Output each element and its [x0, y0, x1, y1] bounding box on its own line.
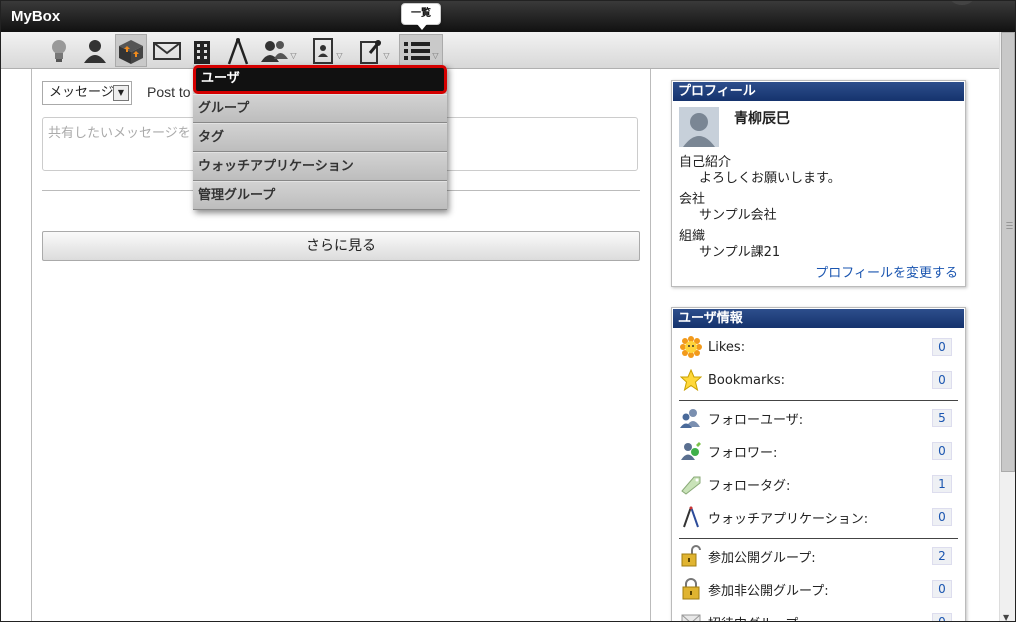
stat-label: フォロワー: — [708, 445, 778, 461]
chevron-down-icon: ▽ — [432, 51, 439, 60]
mybox-button[interactable] — [115, 34, 147, 67]
locked-group-icon — [679, 577, 703, 601]
stat-follow-users[interactable]: フォローユーザ: 5 — [679, 405, 959, 431]
list-icon — [404, 41, 431, 60]
watch-app-icon — [679, 505, 703, 529]
lightbulb-icon — [52, 39, 66, 62]
stat-count: 0 — [932, 613, 952, 621]
lightbulb-button[interactable] — [46, 34, 72, 67]
list-button[interactable]: ▽ — [399, 34, 443, 67]
chevron-down-icon: ▽ — [336, 51, 343, 60]
menu-item-watch-applications[interactable]: ウォッチアプリケーション — [193, 152, 447, 181]
mybox-icon — [119, 39, 143, 64]
compass-icon — [227, 37, 249, 64]
address-book-button[interactable]: ▽ — [306, 34, 348, 67]
stat-public-groups[interactable]: 参加公開グループ: 2 — [679, 543, 959, 569]
app-window: MyBox ▽ ▽ ▽ ▽ 一覧 メッセージ ▼ Post to 共有したいメッ… — [0, 0, 1016, 622]
stat-watch-applications[interactable]: ウォッチアプリケーション: 0 — [679, 504, 959, 530]
intro-value: よろしくお願いします。 — [699, 171, 841, 186]
stat-count: 5 — [932, 409, 952, 427]
mail-icon — [153, 41, 181, 60]
stats-divider — [679, 400, 958, 401]
company-button[interactable] — [189, 34, 215, 67]
window-corner — [949, 1, 975, 5]
stat-followers[interactable]: フォロワー: 0 — [679, 438, 959, 464]
toolbar: ▽ ▽ ▽ ▽ — [1, 32, 999, 69]
see-more-button[interactable]: さらに見る — [42, 231, 640, 261]
stat-count: 0 — [932, 371, 952, 389]
follower-icon — [679, 439, 703, 463]
stat-label: Bookmarks: — [708, 372, 786, 388]
scroll-down-icon[interactable]: ▼ — [1003, 613, 1009, 621]
menu-item-groups[interactable]: グループ — [193, 94, 447, 123]
avatar[interactable] — [679, 107, 719, 147]
user-info-panel-title: ユーザ情報 — [673, 309, 964, 328]
message-type-select[interactable]: メッセージ ▼ — [42, 81, 132, 105]
chevron-down-icon: ▽ — [290, 51, 297, 60]
user-name: 青柳辰巳 — [734, 111, 790, 127]
stat-invited-groups[interactable]: 招待中グループ: 0 — [679, 609, 959, 622]
stat-label: 招待中グループ: — [708, 613, 932, 622]
follow-user-icon — [679, 406, 703, 430]
scrollbar-thumb[interactable]: — — — — [1001, 32, 1015, 472]
stat-label: 参加非公開グループ: — [708, 583, 829, 599]
grip-icon: — — — — [1006, 218, 1013, 232]
stat-count: 0 — [932, 442, 952, 460]
mail-button[interactable] — [152, 34, 182, 67]
chevron-down-icon: ▽ — [383, 51, 390, 60]
group-icon — [261, 40, 289, 62]
bookmark-star-icon — [679, 368, 703, 392]
edit-profile-link[interactable]: プロフィールを変更する — [815, 262, 958, 281]
company-value: サンプル会社 — [699, 208, 777, 223]
unlocked-group-icon — [679, 544, 703, 568]
list-tooltip: 一覧 — [401, 3, 441, 30]
menu-item-tags[interactable]: タグ — [193, 123, 447, 152]
user-info-panel: ユーザ情報 Likes: 0 Bookmarks: 0 フォローユーザ: 5 フ… — [671, 307, 966, 622]
likes-icon — [679, 335, 703, 359]
stat-count: 1 — [932, 475, 952, 493]
stat-bookmarks[interactable]: Bookmarks: 0 — [679, 367, 959, 393]
profile-button[interactable] — [81, 34, 109, 67]
stat-count: 0 — [932, 580, 952, 598]
groups-button[interactable]: ▽ — [259, 34, 299, 67]
tag-icon — [679, 472, 703, 496]
stat-label: ウォッチアプリケーション: — [708, 511, 869, 527]
post-button[interactable]: ▽ — [353, 34, 395, 67]
invitation-icon — [679, 610, 703, 621]
stat-likes[interactable]: Likes: 0 — [679, 334, 959, 360]
applications-button[interactable] — [224, 34, 252, 67]
stat-count: 0 — [932, 338, 952, 356]
post-to-label: Post to — [147, 84, 191, 100]
stat-follow-tags[interactable]: フォロータグ: 1 — [679, 471, 959, 497]
stat-count: 0 — [932, 508, 952, 526]
stats-divider — [679, 538, 958, 539]
user-icon — [84, 39, 106, 63]
profile-panel-title: プロフィール — [673, 82, 964, 101]
stat-label: フォロータグ: — [708, 478, 791, 494]
message-type-value: メッセージ — [49, 85, 114, 100]
phone-book-icon — [313, 37, 334, 64]
stat-label: フォローユーザ: — [708, 412, 804, 428]
menu-item-users[interactable]: ユーザ — [193, 65, 447, 94]
menu-item-managed-groups[interactable]: 管理グループ — [193, 181, 447, 210]
stat-label: 参加公開グループ: — [708, 550, 816, 566]
select-arrow-icon: ▼ — [113, 85, 129, 101]
vertical-scrollbar[interactable]: — — — ▼ — [999, 32, 1015, 621]
title-bar: MyBox — [1, 1, 1015, 32]
pin-icon — [360, 39, 382, 64]
organization-value: サンプル課21 — [699, 245, 781, 260]
stat-private-groups[interactable]: 参加非公開グループ: 0 — [679, 576, 959, 602]
app-title: MyBox — [11, 8, 61, 25]
message-placeholder: 共有したいメッセージを — [48, 126, 191, 141]
stat-count: 2 — [932, 547, 952, 565]
stat-label: Likes: — [708, 339, 746, 355]
list-dropdown-menu: ユーザ グループ タグ ウォッチアプリケーション 管理グループ — [193, 65, 447, 210]
avatar-silhouette-icon — [683, 113, 715, 147]
profile-panel: プロフィール 青柳辰巳 自己紹介 よろしくお願いします。 会社 サンプル会社 組… — [671, 80, 966, 287]
building-icon — [194, 40, 210, 64]
